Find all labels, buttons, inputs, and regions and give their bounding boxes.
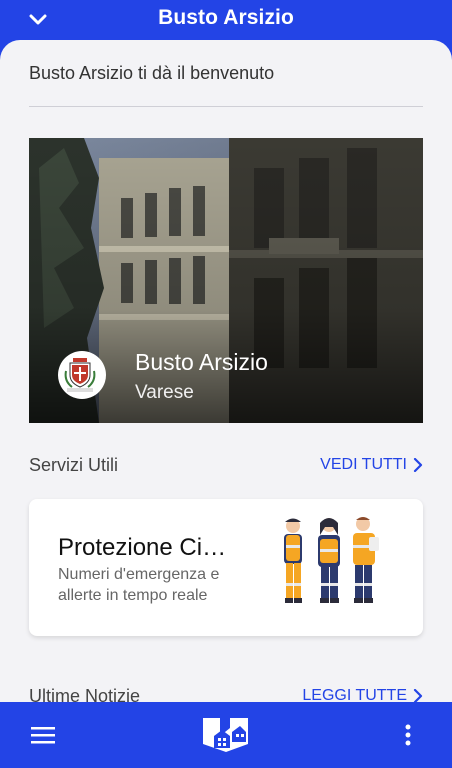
city-emblem bbox=[58, 351, 106, 399]
welcome-text: Busto Arsizio ti dà il benvenuto bbox=[29, 63, 275, 83]
city-hero-card[interactable]: Busto Arsizio Varese bbox=[29, 138, 423, 423]
service-card-description: Numeri d'emergenza e allerte in tempo re… bbox=[58, 566, 220, 604]
content-sheet: Busto Arsizio ti dà il benvenuto Busto A… bbox=[0, 40, 452, 702]
page-title: Busto Arsizio bbox=[158, 6, 294, 29]
chevron-right-icon bbox=[413, 458, 423, 472]
bottom-app-bar bbox=[0, 702, 452, 768]
hamburger-menu-icon[interactable] bbox=[28, 722, 58, 748]
top-app-bar: Busto Arsizio bbox=[0, 0, 452, 40]
news-title: Ultime Notizie bbox=[29, 686, 141, 702]
read-all-label: LEGGI TUTTE bbox=[302, 687, 407, 702]
service-card-protezione-civile[interactable]: Protezione Ci… Numeri d'emergenza e alle… bbox=[29, 499, 423, 636]
divider bbox=[29, 106, 423, 107]
news-header: Ultime Notizie LEGGI TUTTE bbox=[29, 683, 423, 702]
chevron-right-icon bbox=[413, 689, 423, 702]
hero-province: Varese bbox=[135, 382, 194, 403]
read-all-news-link[interactable]: LEGGI TUTTE bbox=[302, 687, 423, 702]
services-title: Servizi Utili bbox=[29, 455, 119, 475]
app-logo-icon[interactable] bbox=[200, 714, 252, 759]
view-all-services-link[interactable]: VEDI TUTTI bbox=[320, 456, 423, 474]
service-card-title: Protezione Ci… bbox=[58, 534, 227, 561]
hero-city-name: Busto Arsizio bbox=[135, 349, 268, 375]
more-vertical-icon[interactable] bbox=[398, 722, 418, 748]
civil-protection-illustration bbox=[284, 517, 379, 603]
services-header: Servizi Utili VEDI TUTTI bbox=[29, 452, 423, 478]
view-all-label: VEDI TUTTI bbox=[320, 456, 407, 473]
